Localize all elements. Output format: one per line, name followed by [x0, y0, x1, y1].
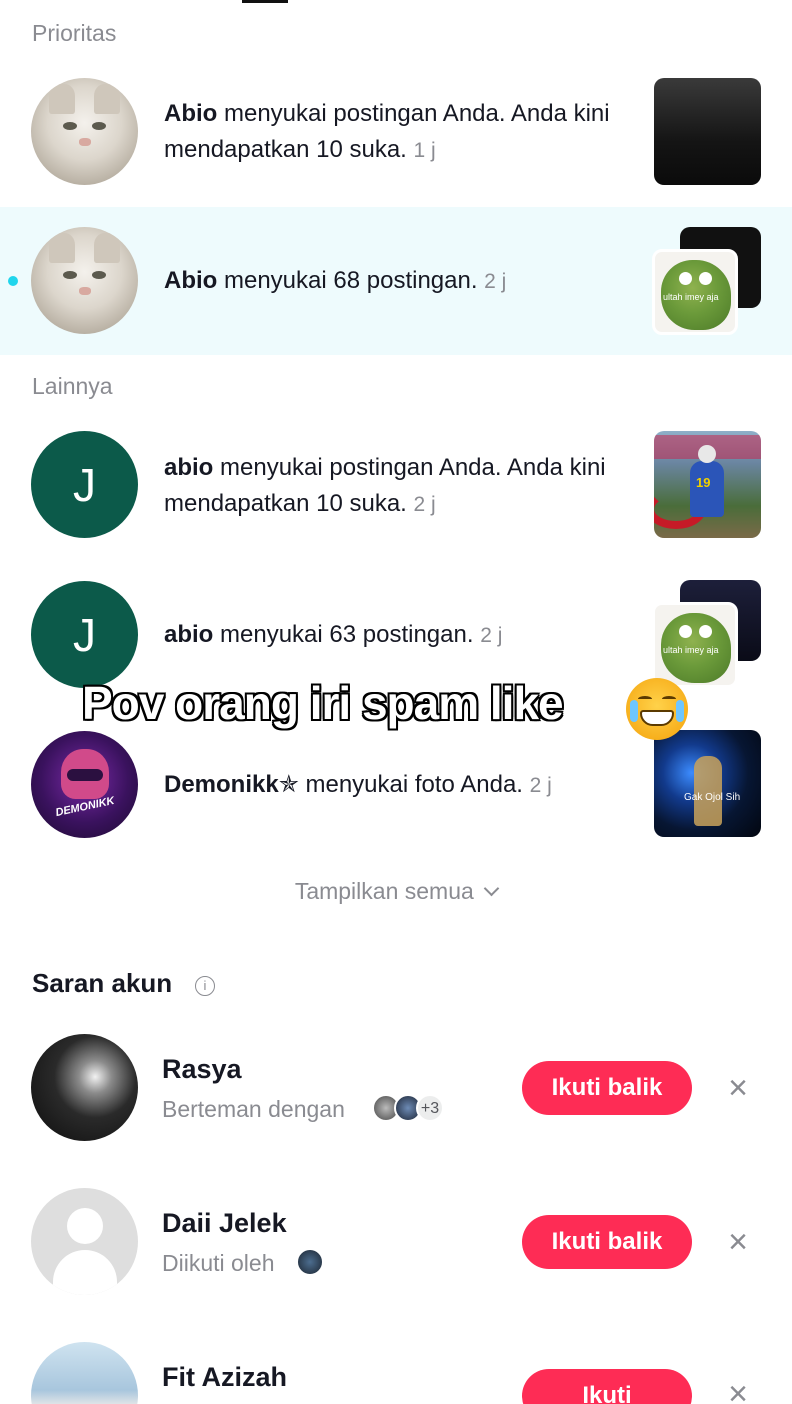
follow-button[interactable]: Ikuti: [522, 1369, 692, 1404]
thumbnail-caption: ultah imey aja: [663, 645, 719, 655]
notification-item[interactable]: Abio menyukai 68 postingan. 2 j ultah im…: [0, 207, 792, 355]
close-icon[interactable]: ×: [722, 1377, 754, 1404]
avatar[interactable]: [31, 227, 138, 334]
notification-user[interactable]: Abio: [164, 100, 217, 127]
thumbnail-caption: ultah imey aja: [663, 292, 719, 302]
close-icon[interactable]: ×: [722, 1071, 754, 1105]
suggestion-subtitle: Berteman dengan: [162, 1096, 345, 1122]
notification-user[interactable]: abio: [164, 621, 213, 648]
avatar[interactable]: DEMONIKK: [31, 731, 138, 838]
info-icon[interactable]: i: [195, 976, 215, 996]
follow-back-button[interactable]: Ikuti balik: [522, 1061, 692, 1115]
notification-user[interactable]: abio: [164, 454, 213, 481]
avatar[interactable]: J: [31, 431, 138, 538]
notification-action: menyukai postingan Anda. Anda kini menda…: [164, 454, 606, 517]
status-bar-fragment: [242, 0, 288, 3]
post-thumbnail[interactable]: Gak Ojol Sih: [654, 730, 761, 837]
notification-action: menyukai postingan Anda. Anda kini menda…: [164, 100, 610, 163]
chevron-down-icon: [483, 880, 500, 897]
unread-dot-icon: [8, 276, 18, 286]
section-title-priority: Prioritas: [32, 20, 117, 46]
suggestion-avatar[interactable]: [31, 1034, 138, 1141]
show-all-link[interactable]: Tampilkan semua: [0, 878, 792, 905]
crying-laughing-cat-icon: [626, 678, 688, 740]
show-all-label: Tampilkan semua: [294, 878, 474, 904]
notification-item[interactable]: Abio menyukai postingan Anda. Anda kini …: [0, 60, 792, 205]
post-thumbnail[interactable]: [654, 78, 761, 185]
suggestions-title: Saran akun: [32, 968, 173, 998]
follow-back-button[interactable]: Ikuti balik: [522, 1215, 692, 1269]
suggestion-subtitle: Diikuti oleh: [162, 1250, 275, 1276]
video-caption-overlay: Pov orang iri spam like: [82, 677, 564, 729]
mutual-count-badge: +3: [416, 1094, 444, 1122]
post-thumbnail[interactable]: 19: [654, 431, 761, 538]
notification-user[interactable]: Abio: [164, 267, 217, 294]
suggestion-avatar[interactable]: [31, 1342, 138, 1404]
notification-action: menyukai 63 postingan.: [213, 621, 474, 648]
suggestion-name[interactable]: Daii Jelek: [162, 1208, 287, 1239]
notification-text: Abio menyukai postingan Anda. Anda kini …: [164, 96, 624, 169]
notification-text: Demonikk✯ menyukai foto Anda. 2 j: [164, 767, 624, 804]
avatar[interactable]: J: [31, 581, 138, 688]
notification-action: menyukai foto Anda.: [298, 771, 523, 798]
notification-user[interactable]: Demonikk✯: [164, 771, 299, 798]
notification-action: menyukai 68 postingan.: [217, 267, 478, 294]
post-thumbnail-stack-front[interactable]: ultah imey aja: [652, 249, 738, 335]
notification-time: 1 j: [413, 139, 436, 162]
section-title-others: Lainnya: [32, 373, 113, 399]
notification-text: abio menyukai postingan Anda. Anda kini …: [164, 450, 624, 523]
notification-item[interactable]: J abio menyukai postingan Anda. Anda kin…: [0, 414, 792, 559]
notification-time: 2 j: [413, 493, 436, 516]
thumbnail-caption: Gak Ojol Sih: [684, 792, 741, 803]
notification-time: 2 j: [484, 270, 507, 293]
close-icon[interactable]: ×: [722, 1225, 754, 1259]
post-thumbnail-stack-front[interactable]: ultah imey aja: [652, 602, 738, 688]
avatar[interactable]: [31, 78, 138, 185]
notification-text: abio menyukai 63 postingan. 2 j: [164, 617, 624, 654]
suggestion-avatar[interactable]: [31, 1188, 138, 1295]
mutual-friend-avatar: [296, 1248, 324, 1276]
notification-item[interactable]: DEMONIKK Demonikk✯ menyukai foto Anda. 2…: [0, 715, 792, 855]
notification-time: 2 j: [480, 624, 503, 647]
suggestion-name[interactable]: Rasya: [162, 1054, 242, 1085]
notification-time: 2 j: [529, 774, 552, 797]
notification-text: Abio menyukai 68 postingan. 2 j: [164, 263, 624, 300]
suggestion-name[interactable]: Fit Azizah: [162, 1362, 287, 1393]
